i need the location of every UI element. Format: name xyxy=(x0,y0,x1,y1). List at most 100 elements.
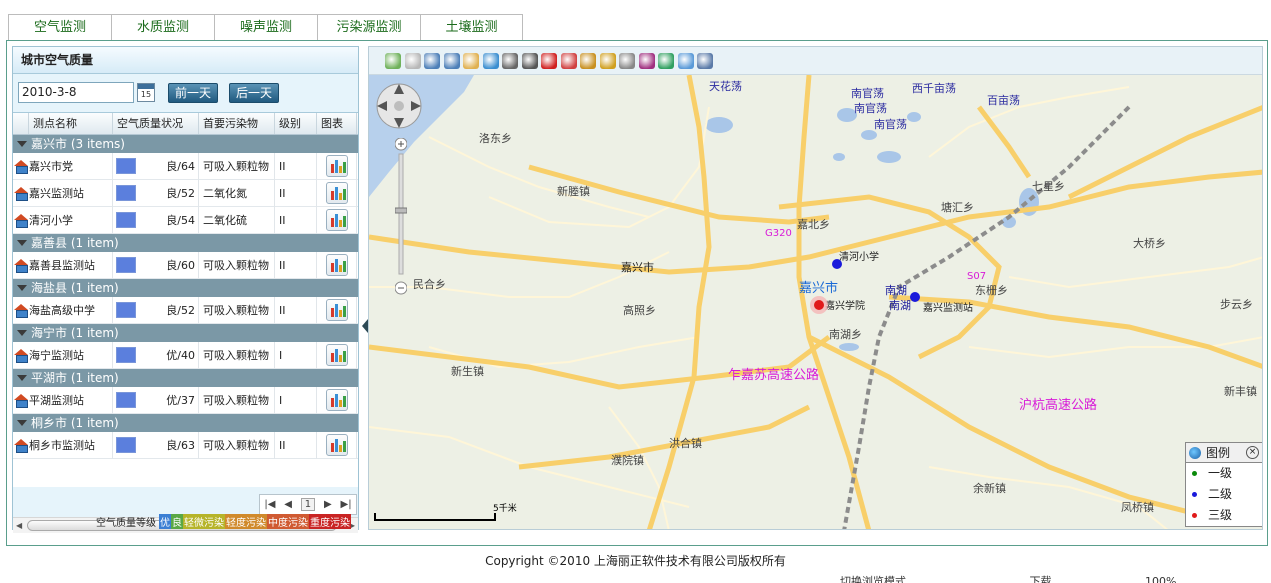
station-cell[interactable]: 桐乡市监测站 xyxy=(13,431,113,459)
bar-chart-icon[interactable] xyxy=(325,208,348,231)
tab-pollution-source[interactable]: 污染源监测 xyxy=(317,14,420,41)
tab-noise[interactable]: 噪声监测 xyxy=(214,14,317,41)
group-header[interactable]: 桐乡市 (1 item) xyxy=(13,414,358,432)
aq-cell: 良/63 xyxy=(113,431,199,459)
collapse-group-icon[interactable] xyxy=(15,327,27,339)
close-icon[interactable]: × xyxy=(1246,446,1259,459)
label-place: 新生镇 xyxy=(451,364,484,378)
station-cell[interactable]: 嘉兴市党 xyxy=(13,152,113,180)
date-field[interactable]: 2010-3-8 xyxy=(18,82,134,103)
print-icon[interactable] xyxy=(502,53,518,69)
eye-icon[interactable] xyxy=(658,53,674,69)
group-header[interactable]: 嘉善县 (1 item) xyxy=(13,234,358,252)
select-icon[interactable] xyxy=(560,53,577,69)
collapse-group-icon[interactable] xyxy=(15,417,27,429)
table-row[interactable]: 平湖监测站 优/37 可吸入颗粒物 I xyxy=(13,386,358,414)
station-marker-level2[interactable] xyxy=(832,259,842,269)
group-header[interactable]: 海盐县 (1 item) xyxy=(13,279,358,297)
prev-page-icon[interactable]: ◀ xyxy=(284,499,292,510)
aq-cell: 良/52 xyxy=(113,296,199,324)
table-row[interactable]: 桐乡市监测站 良/63 可吸入颗粒物 II xyxy=(13,431,358,459)
next-icon[interactable] xyxy=(677,53,694,69)
browser-statusbar: 切换浏览模式 下载 100% xyxy=(840,573,1271,583)
measure-point-icon[interactable] xyxy=(541,53,557,69)
next-page-icon[interactable]: ▶ xyxy=(324,499,332,510)
group-header[interactable]: 海宁市 (1 item) xyxy=(13,324,358,342)
label-place: 塘汇乡 xyxy=(941,200,974,214)
collapse-group-icon[interactable] xyxy=(15,372,27,384)
table-row[interactable]: 嘉兴监测站 良/52 二氧化氮 II xyxy=(13,179,358,207)
next-day-button[interactable]: 后一天 xyxy=(229,83,279,103)
bar-chart-icon[interactable] xyxy=(325,154,348,177)
pollutant-cell: 可吸入颗粒物 xyxy=(199,431,275,459)
header-pollutant[interactable]: 首要污染物 xyxy=(199,113,275,134)
table-row[interactable]: 海宁监测站 优/40 可吸入颗粒物 I xyxy=(13,341,358,369)
station-name: 嘉兴监测站 xyxy=(29,186,84,200)
station-cell[interactable]: 海宁监测站 xyxy=(13,341,113,369)
group-header[interactable]: 平湖市 (1 item) xyxy=(13,369,358,387)
ruler-icon[interactable] xyxy=(599,53,616,69)
header-chart[interactable]: 图表 xyxy=(317,113,357,134)
header-level[interactable]: 级别 xyxy=(275,113,317,134)
legend-dot xyxy=(1192,471,1197,476)
search-icon[interactable] xyxy=(697,53,713,69)
pan-icon[interactable] xyxy=(463,53,479,69)
table-row[interactable]: 嘉兴市党 良/64 可吸入颗粒物 II xyxy=(13,152,358,180)
station-cell[interactable]: 嘉善县监测站 xyxy=(13,251,113,279)
collapse-group-icon[interactable] xyxy=(15,282,27,294)
table-row[interactable]: 清河小学 良/54 二氧化硫 II xyxy=(13,206,358,234)
map-view[interactable]: 天花荡 南官荡 西千亩荡 南官荡 百亩荡 南官荡 洛东乡 新塍镇 七星乡 塘汇乡… xyxy=(368,46,1263,530)
label-place: 南官荡 xyxy=(874,117,907,131)
bar-chart-icon[interactable] xyxy=(325,433,348,456)
group-header[interactable]: 嘉兴市 (3 items) xyxy=(13,135,358,153)
header-station[interactable]: 测点名称 xyxy=(29,113,113,134)
bar-chart-icon[interactable] xyxy=(325,298,348,321)
table-row[interactable]: 海盐高级中学 良/52 可吸入颗粒物 II xyxy=(13,296,358,324)
station-cell[interactable]: 嘉兴监测站 xyxy=(13,179,113,207)
full-extent-icon[interactable] xyxy=(482,53,499,69)
bookmark-icon[interactable] xyxy=(638,53,655,69)
rotate-icon[interactable] xyxy=(521,53,538,69)
pollutant-cell: 可吸入颗粒物 xyxy=(199,251,275,279)
map-legend: 图例 × 一级 二级 三级 xyxy=(1185,442,1262,527)
station-home-icon xyxy=(14,159,28,174)
calendar-icon[interactable]: 15 xyxy=(137,83,155,102)
bar-chart-icon[interactable] xyxy=(325,253,348,276)
download-label[interactable]: 下载 xyxy=(1030,575,1052,583)
layer-icon[interactable] xyxy=(619,53,635,69)
bar-chart-icon[interactable] xyxy=(325,388,348,411)
tab-air[interactable]: 空气监测 xyxy=(8,14,111,41)
pan-control-icon[interactable] xyxy=(373,80,425,132)
station-cell[interactable]: 海盐高级中学 xyxy=(13,296,113,324)
clear-icon[interactable] xyxy=(580,53,596,69)
chart-cell xyxy=(317,296,357,324)
tab-water[interactable]: 水质监测 xyxy=(111,14,214,41)
zoom-slider[interactable] xyxy=(395,138,407,298)
aq-value: 良/52 xyxy=(166,186,195,200)
zoom-out-icon[interactable] xyxy=(443,53,460,69)
table-row[interactable]: 嘉善县监测站 良/60 可吸入颗粒物 II xyxy=(13,251,358,279)
header-aq[interactable]: 空气质量状况 xyxy=(113,113,199,134)
first-page-icon[interactable]: |◀ xyxy=(264,499,275,510)
prev-day-button[interactable]: 前一天 xyxy=(168,83,218,103)
page-number[interactable]: 1 xyxy=(300,498,316,511)
compat-mode-label[interactable]: 切换浏览模式 xyxy=(840,575,906,583)
collapse-group-icon[interactable] xyxy=(15,237,27,249)
aq-cell: 良/52 xyxy=(113,179,199,207)
zoom-in-icon[interactable] xyxy=(424,53,440,69)
collapse-group-icon[interactable] xyxy=(15,138,27,150)
zoom-level[interactable]: 100% xyxy=(1145,575,1176,583)
label-place: 西千亩荡 xyxy=(912,81,956,95)
station-marker-level3[interactable] xyxy=(814,300,824,310)
station-cell[interactable]: 平湖监测站 xyxy=(13,386,113,414)
scale-label: 5千米 xyxy=(493,502,517,514)
aq-swatch xyxy=(116,158,136,174)
last-page-icon[interactable]: ▶| xyxy=(341,499,352,510)
station-marker-level2[interactable] xyxy=(910,292,920,302)
bar-chart-icon[interactable] xyxy=(325,343,348,366)
back-icon[interactable] xyxy=(385,53,401,69)
bar-chart-icon[interactable] xyxy=(325,181,348,204)
forward-icon[interactable] xyxy=(404,53,421,69)
station-cell[interactable]: 清河小学 xyxy=(13,206,113,234)
tab-soil[interactable]: 土壤监测 xyxy=(420,14,523,41)
